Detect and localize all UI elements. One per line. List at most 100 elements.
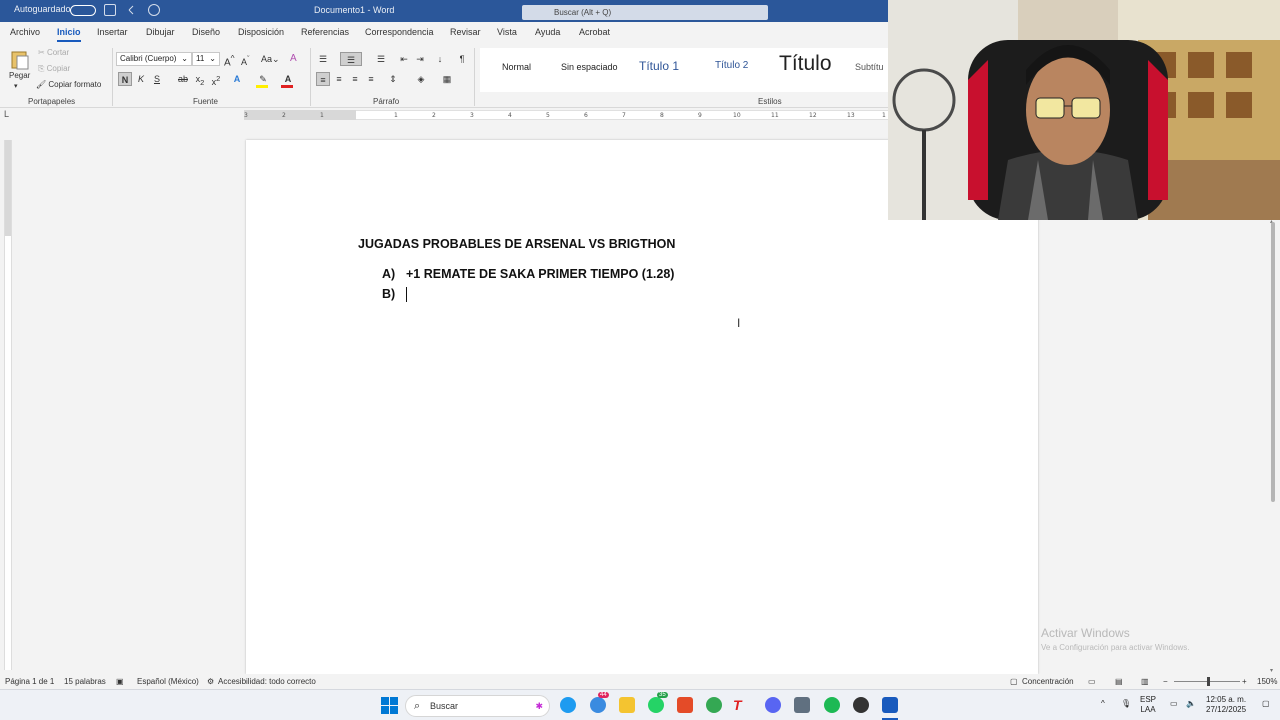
borders-icon[interactable]: ▦	[440, 72, 454, 86]
notifications-icon[interactable]: ▢	[1262, 699, 1270, 709]
decrease-indent-icon[interactable]: ⇤	[397, 52, 411, 66]
taskbar-search[interactable]: ⌕ Buscar ✱	[405, 695, 550, 717]
file-explorer-icon[interactable]	[619, 697, 635, 713]
discord-icon[interactable]	[765, 697, 781, 713]
page-count[interactable]: Página 1 de 1	[5, 677, 54, 686]
print-layout-icon[interactable]: ▤	[1115, 677, 1123, 686]
brave-icon[interactable]	[677, 697, 693, 713]
typora-icon[interactable]: T	[733, 697, 749, 713]
font-color-icon[interactable]: A	[281, 72, 295, 86]
read-mode-icon[interactable]: ▭	[1088, 677, 1096, 686]
italic-button[interactable]: K	[134, 72, 148, 86]
tray-overflow-icon[interactable]: ^	[1101, 699, 1105, 709]
style-heading-1[interactable]: Título 1	[639, 59, 679, 73]
font-size-select[interactable]: 11 ⌄	[192, 52, 220, 66]
align-left-icon[interactable]: ≡	[316, 72, 330, 86]
recording-app-icon[interactable]	[853, 697, 869, 713]
windows-start-icon[interactable]	[381, 697, 398, 714]
vertical-ruler[interactable]	[4, 140, 12, 670]
subscript-icon[interactable]: x2	[193, 72, 207, 87]
strikethrough-icon[interactable]: ab	[176, 72, 190, 86]
spotify-icon[interactable]	[824, 697, 840, 713]
clear-format-icon[interactable]: A	[290, 53, 297, 64]
bullets-icon[interactable]: ☰	[316, 52, 330, 66]
style-subtitle[interactable]: Subtítu	[855, 62, 884, 72]
clock[interactable]: 12:05 a. m. 27/12/2025	[1206, 695, 1246, 715]
grow-font-icon[interactable]: A^	[224, 53, 235, 68]
tab-ayuda[interactable]: Ayuda	[535, 27, 560, 37]
redo-icon[interactable]	[148, 4, 160, 16]
paste-button[interactable]: Pegar	[9, 71, 30, 80]
undo-icon[interactable]	[126, 4, 138, 16]
edge-icon[interactable]	[560, 697, 576, 713]
document-page[interactable]	[246, 140, 1038, 674]
tab-inicio[interactable]: Inicio	[57, 27, 81, 42]
autosave-toggle[interactable]	[70, 5, 96, 16]
zoom-level[interactable]: 150%	[1257, 677, 1277, 686]
highlight-icon[interactable]: ✎	[256, 72, 270, 86]
horizontal-ruler[interactable]: L 321 123 456 789 10 11 12 13 1	[0, 108, 888, 122]
accessibility-status[interactable]: Accesibilidad: todo correcto	[218, 677, 316, 686]
microphone-icon[interactable]: 🎙	[1121, 699, 1131, 709]
save-icon[interactable]	[104, 4, 116, 16]
superscript-icon[interactable]: x2	[209, 72, 223, 87]
multilevel-list-icon[interactable]: ☰	[374, 52, 388, 66]
show-formatting-icon[interactable]: ¶	[455, 52, 469, 66]
focus-mode-button[interactable]: Concentración	[1022, 677, 1074, 686]
volume-icon[interactable]: 🔈	[1186, 699, 1196, 709]
calculator-icon[interactable]	[794, 697, 810, 713]
line-spacing-icon[interactable]: ⇕	[386, 72, 400, 86]
style-no-spacing[interactable]: Sin espaciado	[561, 62, 618, 72]
copy-button[interactable]: ⎘ Copiar	[38, 64, 70, 74]
accessibility-icon: ⚙	[207, 677, 215, 686]
whatsapp-icon[interactable]	[648, 697, 664, 713]
tab-insertar[interactable]: Insertar	[97, 27, 128, 37]
title-search-box[interactable]: Buscar (Alt + Q)	[522, 5, 768, 20]
text-effects-icon[interactable]: A	[230, 72, 244, 86]
svg-text:1: 1	[320, 112, 324, 119]
word-taskbar-icon[interactable]	[882, 697, 898, 713]
paste-icon[interactable]	[10, 48, 30, 70]
change-case-icon[interactable]: Aa⌄	[261, 54, 280, 65]
list-item-a[interactable]: +1 REMATE DE SAKA PRIMER TIEMPO (1.28)	[406, 267, 674, 281]
tab-disposicion[interactable]: Disposición	[238, 27, 284, 37]
increase-indent-icon[interactable]: ⇥	[413, 52, 427, 66]
chrome-icon[interactable]	[706, 697, 722, 713]
style-heading-2[interactable]: Título 2	[715, 60, 748, 71]
bold-button[interactable]: N	[118, 72, 132, 86]
shading-icon[interactable]: ◈	[414, 72, 428, 86]
style-normal[interactable]: Normal	[502, 62, 531, 72]
language-indicator[interactable]: Español (México)	[137, 677, 199, 686]
language-switcher[interactable]: ESP LAA	[1140, 695, 1156, 715]
style-title[interactable]: Título	[779, 52, 832, 76]
word-count[interactable]: 15 palabras	[64, 677, 106, 686]
scrollbar-thumb[interactable]	[1271, 222, 1275, 502]
align-right-icon[interactable]: ≡	[348, 72, 362, 86]
tab-referencias[interactable]: Referencias	[301, 27, 349, 37]
network-icon[interactable]: ▭	[1170, 699, 1178, 709]
tab-diseno[interactable]: Diseño	[192, 27, 220, 37]
numbering-icon[interactable]: ☰	[340, 52, 362, 66]
proofing-icon[interactable]: ▣	[116, 677, 124, 686]
tab-vista[interactable]: Vista	[497, 27, 517, 37]
cut-button[interactable]: ✂ Cortar	[38, 48, 69, 57]
tab-acrobat[interactable]: Acrobat	[579, 27, 610, 37]
align-center-icon[interactable]: ≡	[332, 72, 346, 86]
justify-icon[interactable]: ≡	[364, 72, 378, 86]
web-layout-icon[interactable]: ▥	[1141, 677, 1149, 686]
tab-selector-icon[interactable]: L	[4, 109, 9, 119]
zoom-in-icon[interactable]: +	[1242, 677, 1247, 686]
tab-dibujar[interactable]: Dibujar	[146, 27, 175, 37]
font-family-select[interactable]: Calibri (Cuerpo) ⌄	[116, 52, 192, 66]
tab-archivo[interactable]: Archivo	[10, 27, 40, 37]
document-heading[interactable]: JUGADAS PROBABLES DE ARSENAL VS BRIGTHON	[358, 237, 675, 251]
underline-button[interactable]: S	[150, 72, 164, 86]
sort-icon[interactable]: ↓	[433, 52, 447, 66]
tab-correspondencia[interactable]: Correspondencia	[365, 27, 434, 37]
zoom-slider-thumb[interactable]	[1207, 677, 1210, 686]
shrink-font-icon[interactable]: Aˇ	[241, 54, 250, 67]
browser-icon[interactable]	[590, 697, 606, 713]
format-painter-button[interactable]: 🖌 Copiar formato	[36, 80, 101, 89]
tab-revisar[interactable]: Revisar	[450, 27, 481, 37]
zoom-out-icon[interactable]: −	[1163, 677, 1168, 686]
